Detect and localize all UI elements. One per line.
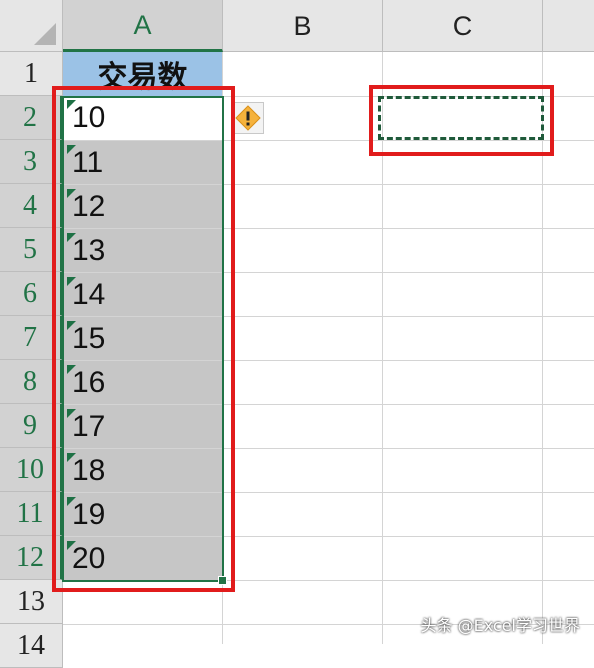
column-header-b[interactable]: B (223, 0, 383, 52)
highlight-box-column-a (52, 86, 235, 592)
select-all-triangle (34, 23, 56, 45)
highlight-box-cell-c2 (369, 85, 554, 156)
select-all-corner[interactable] (0, 0, 63, 52)
column-header-a[interactable]: A (63, 0, 223, 52)
column-header-d[interactable] (543, 0, 594, 52)
row-header-14[interactable]: 14 (0, 624, 63, 668)
error-smart-tag-button[interactable] (232, 102, 264, 134)
exclamation-diamond-icon (235, 105, 261, 131)
watermark-text: 头条 @Excel学习世界 (420, 616, 580, 635)
column-header-c[interactable]: C (383, 0, 543, 52)
